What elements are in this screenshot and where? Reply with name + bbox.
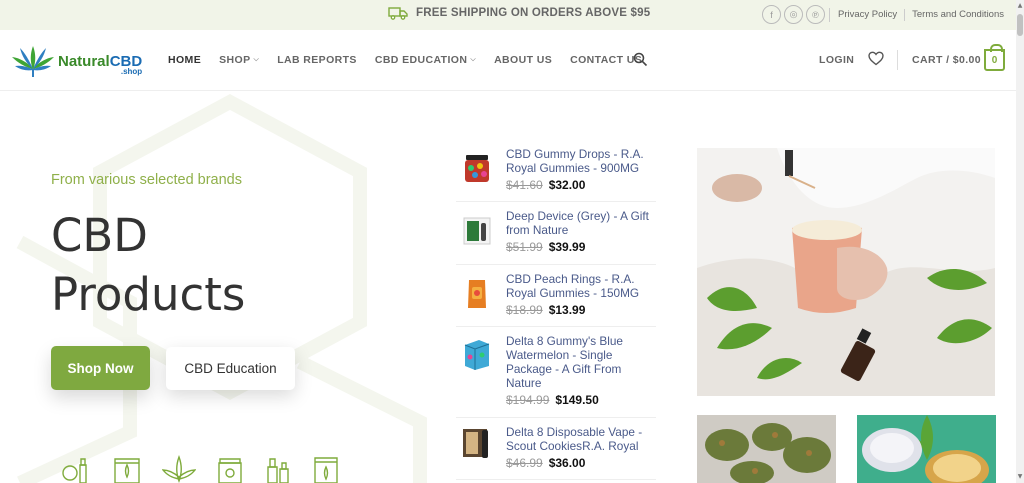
product-thumbnail[interactable] (460, 337, 494, 371)
truck-icon (388, 7, 408, 20)
logo-natural-text: Natural (58, 52, 110, 70)
nav-about-us[interactable]: ABOUT US (494, 54, 552, 66)
chevron-down-icon: ⌵ (470, 56, 477, 63)
main-nav: HOME SHOP ⌵ LAB REPORTS CBD EDUCATION ⌵ AB… (168, 54, 660, 66)
product-name-link[interactable]: Deep Device (Grey) - A Gift from Nature (506, 209, 656, 237)
terms-link[interactable]: Terms and Conditions (912, 9, 1004, 21)
cbd-jar-icon[interactable] (216, 455, 244, 483)
hero-product-photo[interactable] (697, 148, 995, 396)
cbd-oil-bottle-icon[interactable] (60, 455, 92, 483)
featured-products-list: CBD Gummy Drops - R.A. Royal Gummies - 9… (456, 140, 656, 480)
top-links: Privacy Policy Terms and Conditions (830, 9, 1004, 21)
original-price: $194.99 (506, 393, 550, 407)
cart-link[interactable]: CART / $0.00 (912, 54, 981, 66)
product-name-link[interactable]: Delta 8 Gummy's Blue Watermelon - Single… (506, 334, 656, 390)
top-announcement-bar: FREE SHIPPING ON ORDERS ABOVE $95 f ◎ ℗ … (0, 0, 1024, 30)
sale-price: $39.99 (548, 240, 586, 254)
product-thumbnail[interactable] (460, 214, 494, 248)
sale-price: $32.00 (548, 178, 586, 192)
free-shipping-text: FREE SHIPPING ON ORDERS ABOVE $95 (416, 7, 651, 19)
hero-tagline: From various selected brands (51, 172, 242, 188)
privacy-policy-link[interactable]: Privacy Policy (838, 9, 897, 21)
cannabis-buds-photo[interactable] (697, 415, 836, 483)
nav-contact-us[interactable]: CONTACT US (570, 54, 642, 66)
hero-title: CBD Products (51, 206, 245, 324)
shop-now-button[interactable]: Shop Now (51, 346, 150, 390)
cbd-education-button[interactable]: CBD Education (166, 347, 295, 390)
hero-title-line2: Products (51, 268, 246, 321)
list-item[interactable]: Deep Device (Grey) - A Gift from Nature … (456, 202, 656, 265)
wishlist-heart-icon[interactable] (868, 51, 884, 66)
scroll-down-arrow-icon[interactable]: ▼ (1016, 473, 1024, 481)
nav-label: LAB REPORTS (277, 54, 357, 66)
product-price: $51.99 $39.99 (506, 240, 585, 254)
original-price: $18.99 (506, 303, 543, 317)
original-price: $51.99 (506, 240, 543, 254)
original-price: $46.99 (506, 456, 543, 470)
site-header: NaturalCBD .shop HOME SHOP ⌵ LAB REPORTS … (0, 30, 1016, 91)
product-thumbnail[interactable] (460, 152, 494, 186)
sale-price: $149.50 (555, 393, 599, 407)
cart-count-badge[interactable]: 0 (984, 44, 1005, 71)
nav-label: CONTACT US (570, 54, 643, 66)
product-price: $194.99 $149.50 (506, 393, 599, 407)
chevron-down-icon: ⌵ (253, 56, 260, 63)
original-price: $41.60 (506, 178, 543, 192)
page-scrollbar[interactable] (1016, 0, 1024, 483)
site-logo[interactable]: NaturalCBD .shop (10, 42, 142, 78)
nav-label: HOME (168, 54, 202, 66)
instagram-icon[interactable]: ◎ (784, 5, 803, 24)
product-price: $46.99 $36.00 (506, 456, 585, 470)
scrollbar-thumb[interactable] (1017, 14, 1023, 36)
product-name-link[interactable]: CBD Peach Rings - R.A. Royal Gummies - 1… (506, 272, 656, 300)
list-item[interactable]: CBD Gummy Drops - R.A. Royal Gummies - 9… (456, 140, 656, 202)
product-price: $41.60 $32.00 (506, 178, 585, 192)
login-link[interactable]: LOGIN (819, 54, 854, 66)
pinterest-icon[interactable]: ℗ (806, 5, 825, 24)
facebook-icon[interactable]: f (762, 5, 781, 24)
search-icon[interactable] (633, 52, 648, 67)
cbd-balm-photo[interactable] (857, 415, 996, 483)
nav-home[interactable]: HOME (168, 54, 201, 66)
list-item[interactable]: CBD Peach Rings - R.A. Royal Gummies - 1… (456, 265, 656, 327)
sale-price: $36.00 (548, 456, 586, 470)
cannabis-leaf-icon[interactable] (162, 455, 196, 483)
list-item[interactable]: Delta 8 Gummy's Blue Watermelon - Single… (456, 327, 656, 418)
product-thumbnail[interactable] (460, 277, 494, 311)
product-thumbnail[interactable] (460, 426, 494, 460)
social-links: f ◎ ℗ (762, 5, 825, 24)
product-name-link[interactable]: Delta 8 Disposable Vape - Scout CookiesR… (506, 425, 656, 453)
logo-shop-text: .shop (120, 66, 143, 76)
nav-shop[interactable]: SHOP ⌵ (219, 54, 259, 66)
cbd-pouch-icon[interactable] (312, 455, 340, 483)
list-item[interactable]: Delta 8 Disposable Vape - Scout CookiesR… (456, 418, 656, 480)
nav-label: CBD EDUCATION (374, 54, 468, 66)
hero-title-line1: CBD (51, 209, 148, 262)
divider (897, 50, 898, 70)
divider (904, 9, 906, 21)
sale-price: $13.99 (548, 303, 586, 317)
category-icons-row (60, 455, 340, 483)
product-price: $18.99 $13.99 (506, 303, 585, 317)
product-name-link[interactable]: CBD Gummy Drops - R.A. Royal Gummies - 9… (506, 147, 656, 175)
nav-label: ABOUT US (494, 54, 553, 66)
cbd-package-icon[interactable] (112, 455, 142, 483)
nav-label: SHOP (219, 54, 251, 66)
free-shipping-notice: FREE SHIPPING ON ORDERS ABOVE $95 (388, 6, 650, 20)
scroll-up-arrow-icon[interactable]: ▲ (1016, 2, 1024, 10)
logo-wordmark: NaturalCBD .shop (58, 51, 142, 76)
tincture-bottles-icon[interactable] (264, 455, 292, 483)
nav-lab-reports[interactable]: LAB REPORTS (277, 54, 357, 66)
nav-cbd-education[interactable]: CBD EDUCATION ⌵ (375, 54, 476, 66)
cannabis-leaf-logo-icon (12, 46, 54, 77)
